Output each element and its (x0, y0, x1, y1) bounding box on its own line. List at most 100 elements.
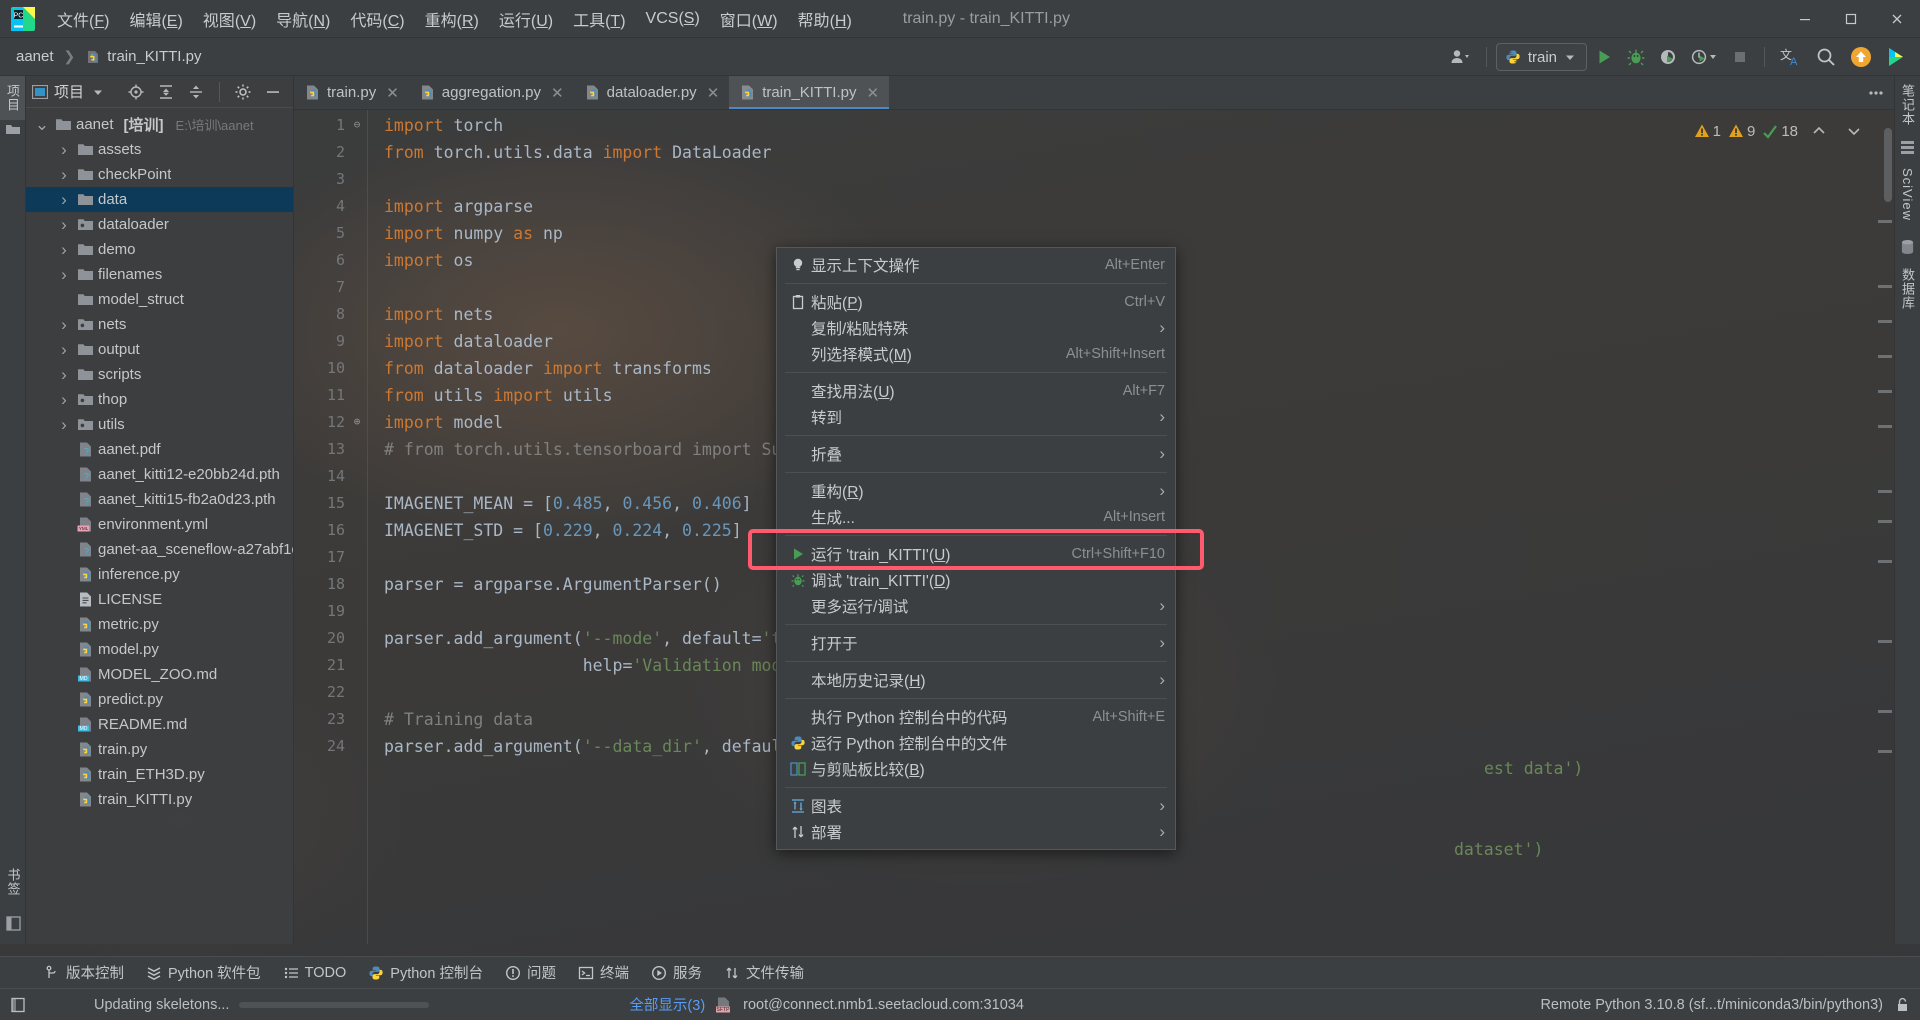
editor-marker-bar[interactable] (1874, 110, 1894, 944)
error-count-badge[interactable]: 1 (1694, 123, 1721, 140)
line-number[interactable]: 3 (294, 166, 367, 193)
tree-row-assets[interactable]: › assets (26, 137, 293, 162)
context-menu-item-[interactable]: 与剪贴板比较(B) (777, 756, 1175, 782)
code-line[interactable]: import argparse (368, 193, 1894, 220)
line-number[interactable]: 12 ⊕ (294, 409, 367, 436)
tool-button-project[interactable]: 项目 (0, 76, 25, 120)
tree-row-ganet-aa_sceneflow-a27abf1d.pth[interactable]: ? ganet-aa_sceneflow-a27abf1d.pth (26, 537, 293, 562)
menu-view[interactable]: 视图(V) (194, 3, 265, 35)
bottom-tool-todo[interactable]: TODO (273, 961, 357, 985)
tree-row-aanet[interactable]: ⌄ aanet [培训] E:\培训\aanet (26, 112, 293, 137)
menu-refactor[interactable]: 重构(R) (416, 3, 488, 35)
tree-row-environment.yml[interactable]: YML environment.yml (26, 512, 293, 537)
line-number[interactable]: 17 (294, 544, 367, 571)
menu-file[interactable]: 文件(F) (48, 3, 118, 35)
context-menu-item-python[interactable]: 运行 Python 控制台中的文件 (777, 730, 1175, 756)
line-number[interactable]: 15 (294, 490, 367, 517)
chevron-right-icon[interactable]: › (56, 390, 72, 410)
line-number[interactable]: 18 (294, 571, 367, 598)
editor-tab-train-py[interactable]: train.py ✕ (294, 76, 409, 109)
chevron-down-icon[interactable]: ⌄ (34, 116, 50, 133)
chevron-right-icon[interactable]: › (56, 315, 72, 335)
tree-row-utils[interactable]: › utils (26, 412, 293, 437)
line-number[interactable]: 19 (294, 598, 367, 625)
code-line[interactable]: import torch (368, 112, 1894, 139)
menu-vcs[interactable]: VCS(S) (637, 6, 709, 32)
chevron-right-icon[interactable]: › (56, 215, 72, 235)
debug-button[interactable] (1621, 42, 1651, 72)
collapse-all-icon[interactable] (182, 77, 210, 107)
tree-row-inference.py[interactable]: inference.py (26, 562, 293, 587)
line-number[interactable]: 1 ⊖ (294, 112, 367, 139)
chevron-right-icon[interactable]: › (56, 415, 72, 435)
bottom-tool-[interactable]: 文件传输 (714, 958, 814, 987)
line-number[interactable]: 5 (294, 220, 367, 247)
locate-file-icon[interactable] (122, 77, 150, 107)
tree-row-output[interactable]: › output (26, 337, 293, 362)
line-number[interactable]: 8 (294, 301, 367, 328)
lock-icon[interactable] (1895, 997, 1910, 1013)
close-icon[interactable]: ✕ (866, 84, 879, 102)
show-tool-windows-icon[interactable] (10, 997, 26, 1013)
bottom-tool-[interactable]: 版本控制 (34, 958, 134, 987)
line-number[interactable]: 14 (294, 463, 367, 490)
context-menu-item-train_kitti[interactable]: 运行 'train_KITTI'(U) Ctrl+Shift+F10 (777, 541, 1175, 567)
update-icon[interactable] (1844, 42, 1878, 72)
bottom-tool-python[interactable]: Python 软件包 (136, 958, 271, 987)
translate-icon[interactable]: 文 A (1774, 42, 1808, 72)
ide-icon[interactable] (1880, 42, 1914, 72)
chevron-right-icon[interactable]: › (56, 265, 72, 285)
code-line[interactable] (368, 166, 1894, 193)
database-icon[interactable] (1900, 229, 1915, 260)
tree-row-dataloader[interactable]: › dataloader (26, 212, 293, 237)
context-menu-item-[interactable]: 查找用法(U) Alt+F7 (777, 378, 1175, 404)
show-all-link[interactable]: 全部显示(3) (629, 994, 705, 1015)
editor-tab-dataloader-py[interactable]: dataloader.py ✕ (574, 76, 730, 109)
bottom-tool-[interactable]: 终端 (568, 958, 639, 987)
breadcrumb-project[interactable]: aanet (16, 48, 54, 65)
close-icon[interactable]: ✕ (707, 84, 720, 102)
previous-problem-icon[interactable] (1805, 116, 1833, 146)
hide-panel-icon[interactable] (259, 77, 287, 107)
tree-row-train.py[interactable]: train.py (26, 737, 293, 762)
stop-button[interactable] (1725, 42, 1755, 72)
close-icon[interactable]: ✕ (386, 84, 399, 102)
user-avatar-icon[interactable] (1445, 42, 1477, 72)
menu-run[interactable]: 运行(U) (490, 3, 562, 35)
line-number[interactable]: 2 (294, 139, 367, 166)
tree-row-aanet_kitti15-fb2a0d23.pth[interactable]: ? aanet_kitti15-fb2a0d23.pth (26, 487, 293, 512)
sciview-grid-icon[interactable] (1900, 134, 1915, 160)
tree-row-train_eth3d.py[interactable]: train_ETH3D.py (26, 762, 293, 787)
menu-edit[interactable]: 编辑(E) (120, 3, 191, 35)
context-menu-item-[interactable]: 列选择模式(M) Alt+Shift+Insert (777, 341, 1175, 367)
bottom-tool-[interactable]: 服务 (641, 958, 712, 987)
bottom-tool-[interactable]: 问题 (495, 958, 566, 987)
python-interpreter-label[interactable]: Remote Python 3.10.8 (sf...t/miniconda3/… (1540, 997, 1883, 1013)
editor-tab-aggregation-py[interactable]: aggregation.py ✕ (409, 76, 574, 109)
code-line[interactable]: import numpy as np (368, 220, 1894, 247)
line-number[interactable]: 13 (294, 436, 367, 463)
code-fold-icon[interactable]: ⊖ (351, 119, 363, 131)
run-configuration-selector[interactable]: train (1495, 43, 1587, 71)
context-menu-item-[interactable]: 更多运行/调试 › (777, 593, 1175, 619)
line-number[interactable]: 21 (294, 652, 367, 679)
tree-row-model.py[interactable]: model.py (26, 637, 293, 662)
line-number[interactable]: 23 (294, 706, 367, 733)
tree-row-data[interactable]: › data (26, 187, 293, 212)
context-menu-item-[interactable]: 打开于 › (777, 630, 1175, 656)
layout-icon[interactable] (5, 916, 21, 936)
tool-button-sciview[interactable]: SciView (1897, 160, 1918, 229)
tree-row-train_kitti.py[interactable]: train_KITTI.py (26, 787, 293, 812)
chevron-right-icon[interactable]: › (56, 365, 72, 385)
line-number[interactable]: 6 (294, 247, 367, 274)
editor-tabs-overflow[interactable] (1866, 76, 1894, 109)
chevron-right-icon[interactable]: › (56, 340, 72, 360)
tree-row-aanet.pdf[interactable]: ? aanet.pdf (26, 437, 293, 462)
tree-row-nets[interactable]: › nets (26, 312, 293, 337)
tree-row-model_zoo.md[interactable]: MD MODEL_ZOO.md (26, 662, 293, 687)
profile-button[interactable] (1685, 42, 1723, 72)
tool-button-notebook[interactable]: 笔记本 (1895, 76, 1920, 134)
line-number[interactable]: 7 (294, 274, 367, 301)
weak-warning-count-badge[interactable]: 18 (1762, 123, 1798, 140)
tree-row-predict.py[interactable]: predict.py (26, 687, 293, 712)
